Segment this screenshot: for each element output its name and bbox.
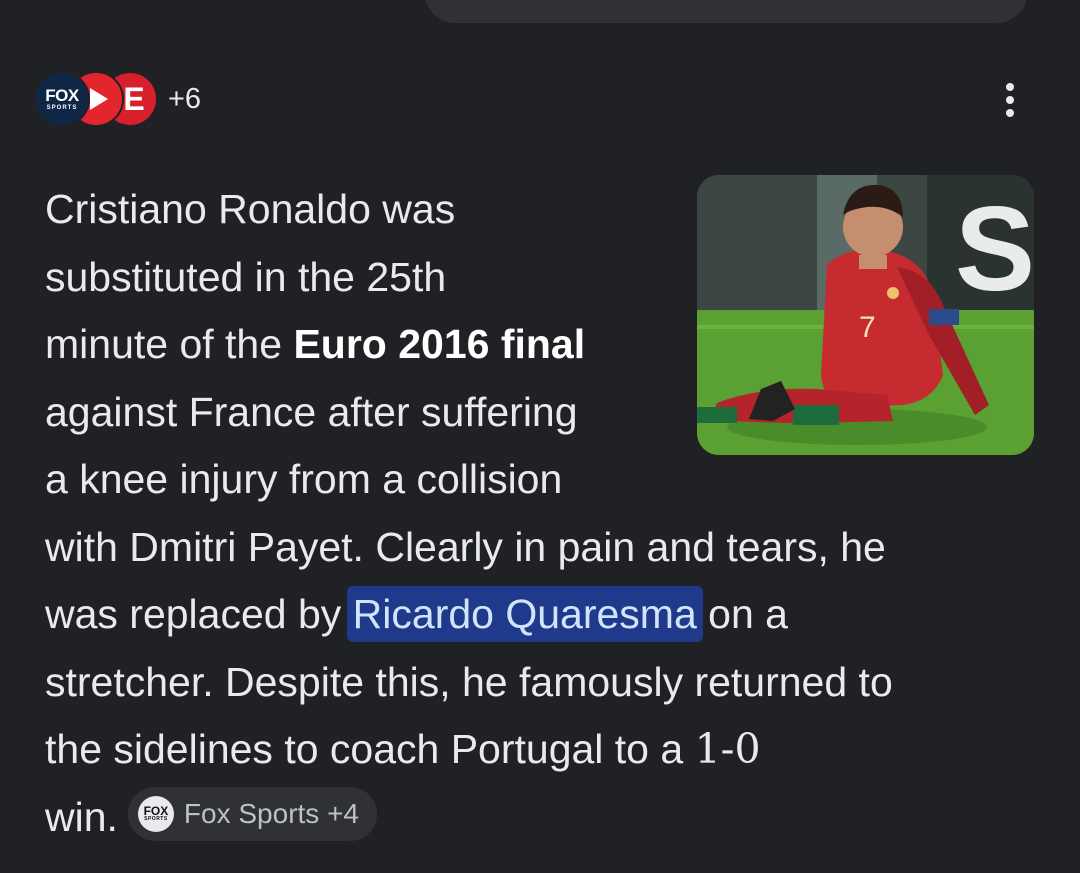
- answer-line: with Dmitri Payet. Clearly in pain and t…: [45, 523, 886, 570]
- more-vert-icon: [1006, 83, 1014, 91]
- answer-text: minute of the: [45, 321, 294, 367]
- answer-text: was replaced by: [45, 591, 353, 637]
- ai-answer-text: Cristiano Ronaldo was substituted in the…: [45, 176, 1005, 851]
- fox-logo-subtext: SPORTS: [46, 105, 78, 111]
- citation-label: Fox Sports +4: [183, 797, 360, 829]
- fox-sports-icon: FOX SPORTS: [137, 795, 174, 832]
- fox-sports-icon: FOX SPORTS: [34, 71, 90, 127]
- answer-line: was replaced by Ricardo Quaresma on a: [45, 581, 1005, 649]
- answer-line: win. FOX SPORTS Fox Sports +4: [45, 784, 1005, 852]
- answer-line: minute of the Euro 2016 final: [45, 311, 1005, 379]
- entity-link-ricardo-quaresma[interactable]: Ricardo Quaresma: [346, 586, 703, 642]
- more-options-button[interactable]: [990, 78, 1030, 122]
- answer-score: 1-0: [694, 725, 761, 773]
- fox-logo-text: FOX: [45, 86, 79, 105]
- more-vert-icon-dot: [1006, 96, 1014, 104]
- answer-line: the sidelines to coach Portugal to a 1-0: [45, 716, 1005, 784]
- answer-line: stretcher. Despite this, he famously ret…: [45, 658, 893, 705]
- citation-chip[interactable]: FOX SPORTS Fox Sports +4: [127, 786, 378, 841]
- search-bar-remnant[interactable]: [424, 0, 1028, 23]
- answer-line: Cristiano Ronaldo was: [45, 186, 456, 232]
- answer-bold-term: Euro 2016 final: [293, 321, 586, 367]
- answer-line: a knee injury from a collision: [45, 456, 563, 502]
- chip-logo-subtext: SPORTS: [144, 816, 168, 823]
- sources-row[interactable]: FOX SPORTS E +6: [34, 70, 201, 128]
- answer-text: the sidelines to coach Portugal to a: [45, 726, 695, 772]
- answer-line: against France after suffering: [45, 388, 578, 435]
- answer-line: substituted in the 25th: [45, 253, 447, 300]
- more-vert-icon-dot: [1006, 109, 1014, 117]
- sources-more-count: +6: [168, 82, 202, 115]
- answer-text: on a: [696, 591, 788, 637]
- answer-text: win.: [45, 793, 118, 840]
- e-logo-text: E: [123, 81, 145, 117]
